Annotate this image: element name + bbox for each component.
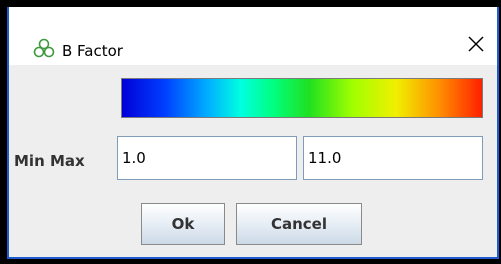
- ok-button[interactable]: Ok: [141, 203, 225, 245]
- min-max-label: Min Max: [14, 152, 85, 170]
- title-bar: B Factor: [7, 7, 499, 65]
- max-value-input[interactable]: [303, 136, 483, 180]
- close-icon: [468, 36, 484, 56]
- cancel-button[interactable]: Cancel: [236, 203, 362, 245]
- color-scale-bar: [121, 78, 483, 118]
- min-value-input[interactable]: [117, 136, 297, 180]
- dialog-title: B Factor: [62, 42, 123, 60]
- molecule-cluster-icon: [33, 38, 55, 60]
- close-button[interactable]: [453, 29, 499, 63]
